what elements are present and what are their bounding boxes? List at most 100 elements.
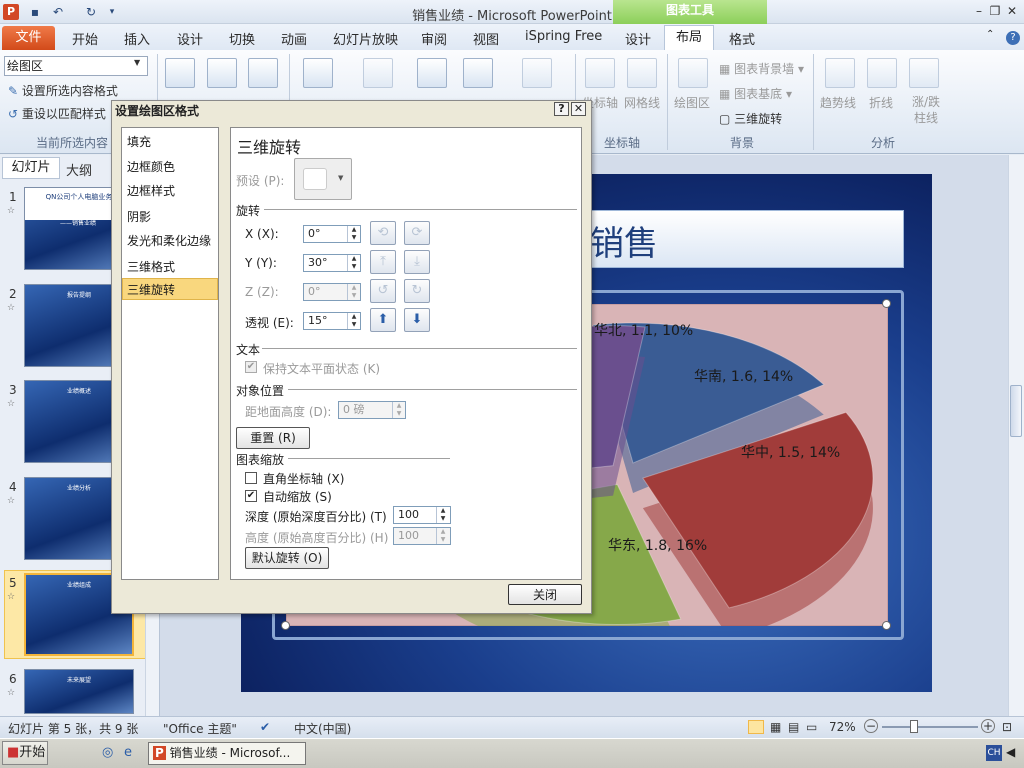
tab-review[interactable]: 审阅 [421,29,447,48]
taskbar-powerpoint-window[interactable]: P 销售业绩 - Microsof... [148,742,306,765]
updown-bars-icon[interactable] [909,58,939,88]
axes-icon[interactable] [585,58,615,88]
slideshow-view-icon[interactable]: ▭ [806,720,817,734]
chart-element-select[interactable]: 绘图区 [4,56,148,76]
tab-slideshow[interactable]: 幻灯片放映 [333,29,398,48]
gridlines-icon[interactable] [627,58,657,88]
perspective-down-icon[interactable]: ⬇ [404,308,430,332]
tab-chart-design[interactable]: 设计 [625,29,651,48]
tab-slides[interactable]: 幻灯片 [2,157,60,179]
window-title: 销售业绩 - Microsoft PowerPoint [412,9,612,24]
format-selection-button[interactable]: ✎ 设置所选内容格式 [8,82,118,99]
spinner-arrows[interactable]: ▲ ▼ [347,313,360,329]
collapse-ribbon-icon[interactable]: ⌃ [986,29,994,40]
nav-glow-soft-edges[interactable]: 发光和柔化边缘 [127,232,211,249]
spinner-arrows[interactable]: ▲ ▼ [347,255,360,271]
start-button[interactable]: ■开始 [2,741,48,765]
chart-wall-button[interactable]: ▦ 图表背景墙 ▾ [719,60,804,77]
language-indicator[interactable]: 中文(中国) [294,720,351,737]
lines-icon[interactable] [867,58,897,88]
nav-3d-format[interactable]: 三维格式 [127,258,175,275]
dialog-help-button[interactable]: ? [554,102,569,116]
data-table-icon[interactable] [522,58,552,88]
slide-sorter-icon[interactable]: ▦ [770,720,781,734]
tab-chart-layout[interactable]: 布局 [664,25,714,51]
tab-chart-format[interactable]: 格式 [729,29,755,48]
tab-outline[interactable]: 大纲 [66,160,92,179]
zoom-in-icon[interactable]: + [981,719,995,733]
fit-to-window-icon[interactable]: ⊡ [1002,720,1012,734]
resize-handle[interactable] [882,299,891,308]
spinner-arrows[interactable]: ▲ ▼ [392,402,405,418]
spinner-arrows[interactable]: ▲ ▼ [347,284,360,300]
zoom-slider-track[interactable] [882,726,978,728]
tab-insert[interactable]: 插入 [124,29,150,48]
powerpoint-icon: P [153,746,166,760]
tab-transitions[interactable]: 切换 [229,29,255,48]
tab-animations[interactable]: 动画 [281,29,307,48]
z-rotate-right-icon[interactable]: ↻ [404,279,430,303]
reading-view-icon[interactable]: ▤ [788,720,799,734]
chart-floor-button[interactable]: ▦ 图表基底 ▾ [719,85,792,102]
normal-view-icon[interactable] [748,720,764,734]
zoom-slider-thumb[interactable] [910,720,918,733]
reset-style-button[interactable]: ↺ 重设以匹配样式 [8,105,106,122]
scrollbar-thumb[interactable] [1010,385,1022,437]
data-labels-icon[interactable] [463,58,493,88]
keep-text-flat-checkbox[interactable]: ✔ [245,361,257,373]
chart-title-icon[interactable] [303,58,333,88]
nav-3d-rotation[interactable]: 三维旋转 [127,281,175,298]
zoom-out-icon[interactable]: − [864,719,878,733]
nav-border-color[interactable]: 边框颜色 [127,158,175,175]
nav-shadow[interactable]: 阴影 [127,208,151,225]
perspective-up-icon[interactable]: ⬆ [370,308,396,332]
nav-border-style[interactable]: 边框样式 [127,182,175,199]
reset-button[interactable]: 重置 (R) [236,427,310,449]
help-tray-icon[interactable]: ◀ [1006,745,1015,759]
rotate-right-icon[interactable]: ⟳ [404,221,430,245]
nav-fill[interactable]: 填充 [127,133,151,150]
tab-home[interactable]: 开始 [72,29,98,48]
right-angle-axes-checkbox[interactable] [245,472,257,484]
zoom-level[interactable]: 72% [829,720,856,734]
resize-handle[interactable] [882,621,891,630]
tab-ispring[interactable]: iSpring Free [525,29,602,44]
spellcheck-icon[interactable]: ✔ [260,720,270,734]
ribbon-divider [667,54,668,150]
trendline-icon[interactable] [825,58,855,88]
help-icon[interactable]: ? [1006,31,1020,45]
spinner-arrows[interactable]: ▲ ▼ [347,226,360,242]
3d-rotation-button[interactable]: ▢ 三维旋转 [719,110,782,127]
slide-counter: 幻灯片 第 5 张，共 9 张 [8,722,139,736]
close-window-button[interactable]: ✕ [1003,3,1021,19]
slide-title[interactable]: 销售 [590,216,658,265]
tilt-down-icon[interactable]: ⤓ [404,250,430,274]
slide-thumbnail-6[interactable]: 未来展望 [24,669,134,714]
tab-design[interactable]: 设计 [177,29,203,48]
picture-icon[interactable] [165,58,195,88]
autoscale-checkbox[interactable]: ✔ [245,490,257,502]
spinner-arrows[interactable]: ▲ ▼ [436,528,449,544]
reset-icon: ↺ [8,107,19,121]
rotate-left-icon[interactable]: ⟲ [370,221,396,245]
tab-file[interactable]: 文件 [2,26,55,50]
tilt-up-icon[interactable]: ⤒ [370,250,396,274]
ime-indicator[interactable]: CH [986,745,1002,761]
plot-area-icon[interactable] [678,58,708,88]
axis-title-icon[interactable] [363,58,393,88]
quicklaunch-icon[interactable]: ◎ [102,745,113,760]
restore-button[interactable]: ❐ [986,3,1004,19]
z-rotate-left-icon[interactable]: ↺ [370,279,396,303]
browser-icon[interactable]: e [124,745,132,760]
resize-handle[interactable] [281,621,290,630]
legend-icon[interactable] [417,58,447,88]
dialog-close-x-button[interactable]: ✕ [571,102,586,116]
chart-wall-icon: ▦ [719,62,731,76]
shapes-icon[interactable] [207,58,237,88]
spinner-arrows[interactable]: ▲ ▼ [436,507,449,523]
slide-number: 6 [9,672,17,686]
tab-view[interactable]: 视图 [473,29,499,48]
textbox-icon[interactable] [248,58,278,88]
default-rotation-button[interactable]: 默认旋转 (O) [245,547,329,569]
dialog-close-button[interactable]: 关闭 [508,584,582,605]
